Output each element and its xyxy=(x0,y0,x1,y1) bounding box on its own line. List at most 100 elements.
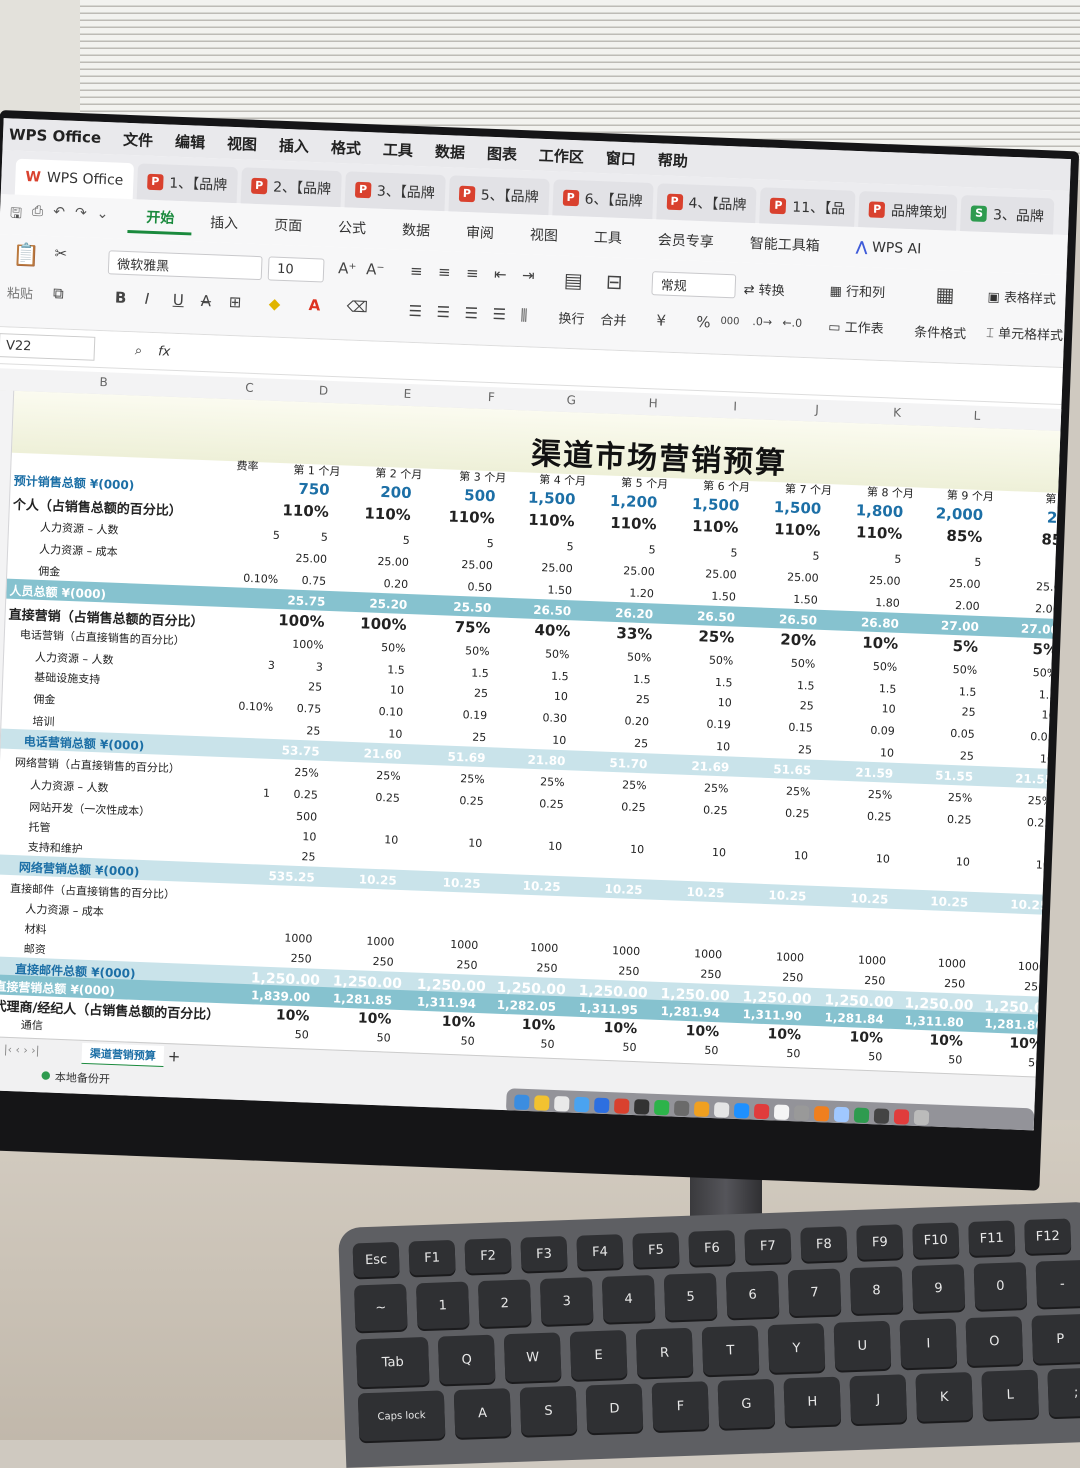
row-label[interactable]: 人力资源 – 成本 xyxy=(39,541,118,560)
menu-file[interactable]: 文件 xyxy=(123,128,154,150)
function-icon[interactable]: fx xyxy=(158,344,171,359)
table-cell[interactable]: 0.30 xyxy=(507,710,567,725)
column-header[interactable]: I xyxy=(725,399,746,414)
table-cell[interactable]: 1000 xyxy=(986,958,1046,974)
key[interactable]: Q xyxy=(437,1334,496,1385)
table-cell[interactable]: 50 xyxy=(902,1051,962,1067)
table-cell[interactable]: 1.50 xyxy=(512,582,572,597)
table-cell[interactable]: 110% xyxy=(842,523,903,543)
table-cell[interactable]: 50% xyxy=(673,652,734,668)
table-cell[interactable]: 0.50 xyxy=(432,579,492,594)
key[interactable]: A xyxy=(453,1388,512,1439)
table-cell[interactable]: 25.00 xyxy=(595,563,655,578)
row-label[interactable]: 材料 xyxy=(24,921,47,938)
key[interactable]: - xyxy=(1035,1259,1080,1308)
increase-font-icon[interactable]: A⁺ xyxy=(338,259,357,278)
table-cell[interactable]: 110% xyxy=(434,507,495,528)
table-cell[interactable]: 25 xyxy=(914,748,974,763)
table-cell[interactable]: 10.25 xyxy=(500,878,560,894)
app-icon[interactable] xyxy=(733,1102,750,1118)
table-cell[interactable]: 51.65 xyxy=(751,761,811,777)
table-cell[interactable]: 0.25 xyxy=(340,790,400,805)
table-cell[interactable]: 25 xyxy=(428,685,488,701)
table-cell[interactable]: 0.75 xyxy=(266,573,326,588)
table-cell[interactable]: 5 xyxy=(759,547,819,563)
row-label[interactable]: 邮资 xyxy=(24,941,47,958)
month-header[interactable]: 第 7 个月 xyxy=(762,480,833,499)
table-cell[interactable]: 0.05 xyxy=(915,726,975,741)
table-cell[interactable]: 50 xyxy=(414,1033,474,1048)
table-cell[interactable]: 25% xyxy=(504,774,565,789)
table-cell[interactable]: 1.5 xyxy=(508,668,569,684)
table-cell[interactable]: 0.19 xyxy=(671,716,731,732)
cell-style-button[interactable]: ⌶ 单元格样式 xyxy=(986,322,1064,344)
table-cell[interactable]: 1.50 xyxy=(676,588,736,604)
table-cell[interactable]: 500 xyxy=(257,808,317,824)
table-cell[interactable]: 25.50 xyxy=(431,599,491,615)
table-cell[interactable]: 25.00 xyxy=(513,560,573,575)
key[interactable]: Y xyxy=(767,1323,826,1374)
app-icon[interactable] xyxy=(893,1108,910,1125)
menu-tools[interactable]: 工具 xyxy=(383,138,414,160)
rate-header[interactable]: 费率 xyxy=(236,457,259,474)
key[interactable]: G xyxy=(717,1378,776,1429)
table-cell[interactable]: 10.25 xyxy=(908,893,968,909)
table-cell[interactable]: 1000 xyxy=(662,946,722,961)
table-cell[interactable]: 1.5 xyxy=(996,687,1057,702)
key[interactable]: E xyxy=(569,1330,628,1380)
key[interactable]: F2 xyxy=(464,1237,512,1274)
table-cell[interactable]: 250 xyxy=(825,972,885,988)
table-cell[interactable]: 50% xyxy=(429,643,490,658)
row-label[interactable]: 佣金 xyxy=(33,691,56,708)
table-cell[interactable]: 10 xyxy=(508,688,568,704)
table-cell[interactable]: 50% xyxy=(837,659,898,674)
finder-icon[interactable] xyxy=(514,1093,530,1110)
key[interactable]: I xyxy=(899,1318,958,1369)
app-icon[interactable] xyxy=(693,1100,710,1117)
table-cell[interactable]: 25% xyxy=(992,793,1053,808)
table-cell[interactable]: 25% xyxy=(674,626,735,646)
table-cell[interactable]: 33% xyxy=(592,623,653,643)
tab-insert[interactable]: 插入 xyxy=(192,211,257,233)
table-cell[interactable]: 250 xyxy=(1041,981,1071,996)
key[interactable]: F4 xyxy=(576,1234,624,1270)
table-cell[interactable]: 0.25 xyxy=(424,793,484,808)
app-icon[interactable] xyxy=(753,1103,770,1119)
table-cell[interactable]: 0.19 xyxy=(427,707,487,722)
table-cell[interactable]: 5% xyxy=(998,639,1058,659)
notes-icon[interactable] xyxy=(534,1094,550,1111)
menu-insert[interactable]: 插入 xyxy=(279,134,310,156)
tab-document[interactable]: P 品牌策划 xyxy=(858,191,958,231)
table-cell[interactable]: 5 xyxy=(921,554,981,569)
table-cell[interactable]: 25.00 xyxy=(758,569,819,585)
tab-wps-ai[interactable]: ⋀ WPS AI xyxy=(837,238,939,258)
month-header[interactable]: 第 2 个月 xyxy=(352,464,423,483)
table-cell[interactable]: 25.0 xyxy=(1000,579,1061,594)
column-header[interactable]: G xyxy=(561,393,582,408)
table-cell[interactable]: 1.50 xyxy=(758,591,818,607)
key[interactable]: R xyxy=(635,1327,694,1378)
tab-document[interactable]: P 1、【品牌 xyxy=(136,163,238,204)
spreadsheet-grid[interactable]: B C D E F G H I J K L 渠道市场营销预算 费率第 1 个月第… xyxy=(0,367,1071,1077)
fill-color-icon[interactable]: ◆ xyxy=(268,294,280,312)
row-label[interactable]: 人力资源 – 成本 xyxy=(25,901,104,920)
table-cell[interactable]: 200 xyxy=(351,482,412,502)
row-label[interactable]: 人员总额 ¥(000) xyxy=(9,582,106,603)
table-cell[interactable]: 1.80 xyxy=(840,595,900,610)
tab-document[interactable]: P 6、【品牌 xyxy=(552,179,654,220)
table-cell[interactable]: 26.80 xyxy=(839,615,899,630)
table-cell[interactable]: 10 xyxy=(830,850,890,866)
table-cell[interactable]: 10 xyxy=(748,847,808,863)
table-cell[interactable]: 1.5 xyxy=(754,677,815,693)
table-cell[interactable]: 1000 xyxy=(906,955,966,971)
table-cell[interactable]: 25% xyxy=(668,780,729,796)
key[interactable]: U xyxy=(833,1320,892,1371)
table-cell[interactable]: 0.10 xyxy=(343,704,403,719)
column-header[interactable]: L xyxy=(967,408,988,423)
table-cell[interactable]: 20% xyxy=(756,629,817,649)
table-cell[interactable]: 2.00 xyxy=(919,598,980,613)
app-icon[interactable] xyxy=(873,1107,890,1124)
currency-icon[interactable]: ¥ xyxy=(656,311,666,329)
column-header[interactable]: K xyxy=(887,405,908,420)
table-cell[interactable]: 1000 xyxy=(498,940,558,955)
